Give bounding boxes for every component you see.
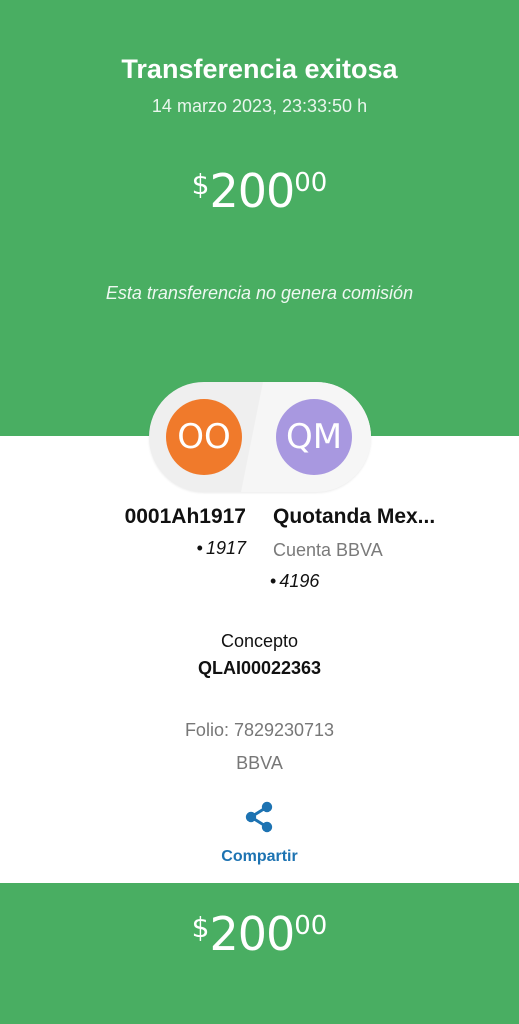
destination-account-name: Quotanda Mex... bbox=[273, 505, 436, 528]
transfer-datetime: 14 marzo 2023, 23:33:50 h bbox=[151, 96, 368, 116]
bullet-dot: • bbox=[270, 571, 277, 591]
transfer-amount: $20000 bbox=[0, 162, 519, 220]
concept-label: Concepto bbox=[220, 631, 299, 651]
destination-account-type: Cuenta BBVA bbox=[273, 540, 383, 560]
origin-account-name: 0001Ah1917 bbox=[124, 505, 246, 528]
share-icon[interactable] bbox=[244, 801, 274, 833]
transfer-receipt-screen: Transferencia exitosa 14 marzo 2023, 23:… bbox=[0, 0, 519, 1024]
concept-value: QLAI00022363 bbox=[197, 658, 322, 678]
destination-avatar: QM bbox=[276, 399, 352, 475]
origin-account-digits: 1917 bbox=[205, 538, 246, 558]
amount-currency: $ bbox=[191, 168, 210, 201]
footer-amount-bar: $20000 bbox=[0, 883, 519, 1024]
destination-account-number: • 4196 bbox=[270, 569, 319, 593]
origin-account-number: • 1917 bbox=[197, 536, 246, 560]
footer-amount-decimal: 00 bbox=[294, 911, 328, 941]
amount-decimal: 00 bbox=[294, 168, 328, 198]
bullet-dot: • bbox=[196, 538, 203, 558]
footer-amount: $20000 bbox=[0, 905, 519, 963]
success-header: Transferencia exitosa 14 marzo 2023, 23:… bbox=[0, 0, 519, 436]
page-title: Transferencia exitosa bbox=[121, 54, 398, 84]
origin-avatar: OO bbox=[166, 399, 242, 475]
share-button[interactable]: Compartir bbox=[0, 846, 519, 868]
destination-account-digits: 4196 bbox=[279, 571, 320, 591]
folio-number: Folio: 7829230713 bbox=[184, 720, 335, 740]
footer-amount-currency: $ bbox=[191, 911, 210, 944]
amount-integer: 200 bbox=[209, 164, 295, 218]
footer-amount-integer: 200 bbox=[209, 907, 295, 961]
accounts-avatar-pill: OO QM bbox=[149, 382, 371, 492]
bank-name: BBVA bbox=[236, 753, 283, 773]
fee-note: Esta transferencia no genera comisión bbox=[105, 283, 414, 303]
